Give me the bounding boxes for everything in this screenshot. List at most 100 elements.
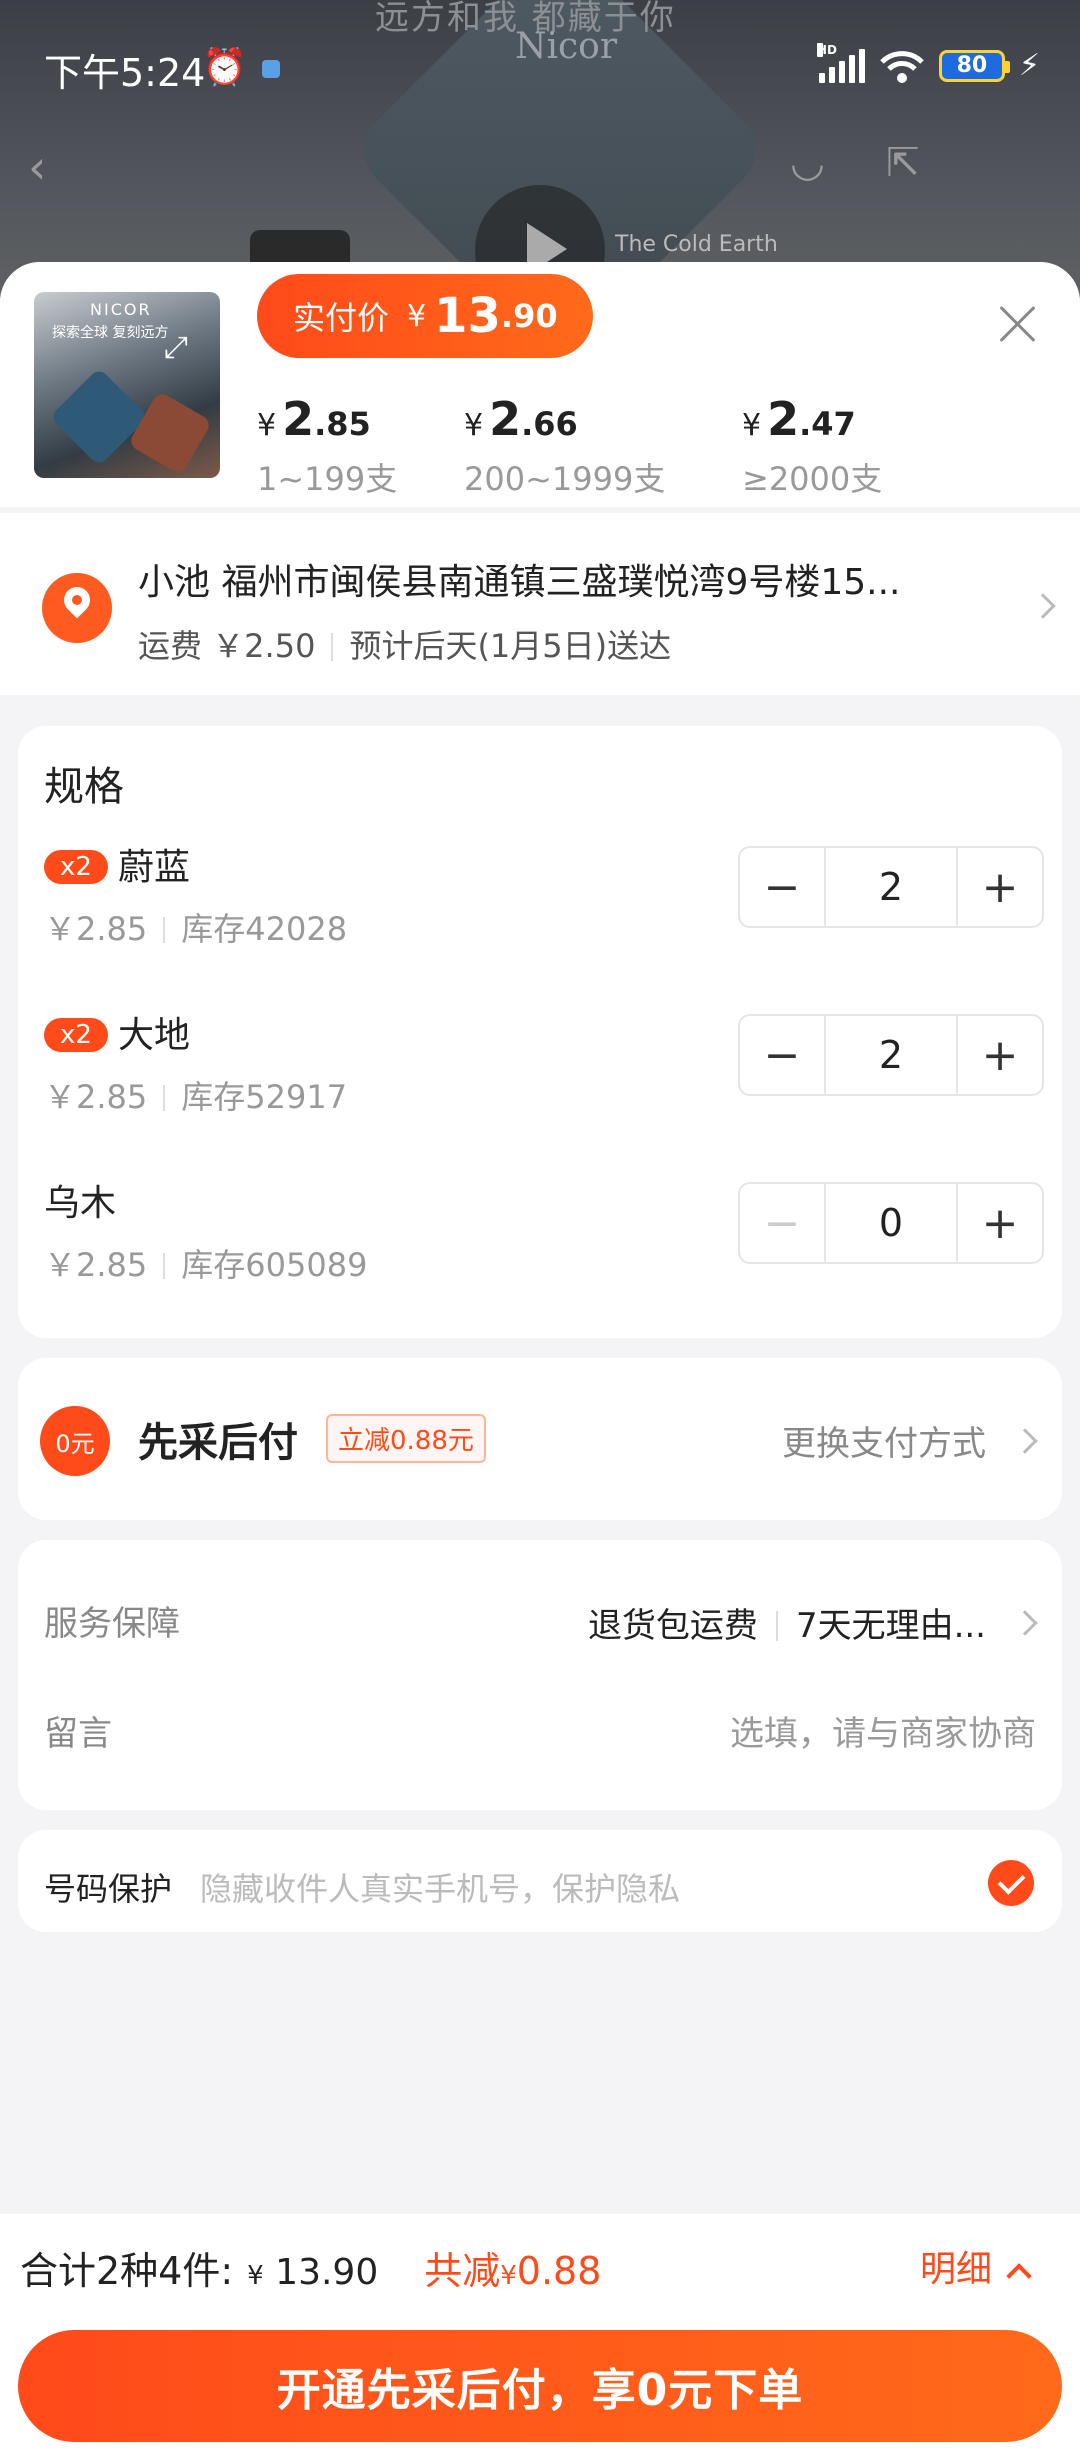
tier-range: 1~199支 — [257, 460, 398, 498]
thumb-tagline: 探索全球 复刻远方 — [52, 325, 169, 341]
spec-title: 规格 — [44, 764, 124, 810]
service-card: 服务保障 退货包运费 7天无理由... 留言 选填，请与商家协商 — [18, 1540, 1062, 1810]
spec-name: 乌木 — [44, 1183, 117, 1224]
order-sheet: NICOR 探索全球 复刻远方 ⤢ 实付价 ¥ 13 .90 ¥2.85 1~1… — [0, 262, 1080, 2460]
quantity-stepper: − 2 + — [738, 1014, 1044, 1096]
payment-title: 先采后付 — [138, 1420, 298, 1466]
notification-icon — [262, 60, 280, 78]
number-protection-hint: 隐藏收件人真实手机号，保护隐私 — [200, 1870, 681, 1908]
share-icon: ⇱ — [886, 140, 920, 186]
discount-currency: ¥ — [500, 2261, 517, 2291]
shipping-fee: 运费 ￥2.50 — [138, 627, 316, 665]
network-type: HD — [816, 42, 837, 57]
paid-dec: .90 — [500, 297, 558, 335]
wifi-icon — [879, 49, 925, 83]
checkout-bar: 合计2种4件: ¥ 13.90 共减¥0.88 明细 开通先采后付，享0元下单 — [0, 2214, 1080, 2460]
chevron-right-icon — [1012, 1610, 1038, 1636]
chevron-up-icon — [1006, 2263, 1032, 2289]
quantity-badge: x2 — [44, 1018, 108, 1052]
background-caption: The Cold Earth — [615, 232, 778, 257]
quantity-input[interactable]: 0 — [824, 1184, 958, 1262]
delivery-eta: 预计后天(1月5日)送达 — [349, 627, 672, 665]
increase-button[interactable]: + — [958, 1016, 1042, 1094]
battery-level: 80 — [956, 53, 988, 78]
tier-range: ≥2000支 — [742, 460, 883, 498]
spec-name: 蔚蓝 — [117, 847, 190, 888]
charging-icon: ⚡ — [1018, 48, 1040, 83]
tier-price-int: 2 — [767, 392, 800, 446]
total-amount: 13.90 — [275, 2252, 379, 2293]
address-row[interactable]: 小池 福州市闽侯县南通镇三盛璞悦湾9号楼15... 运费 ￥2.50 预计后天(1… — [0, 507, 1080, 695]
total-currency: ¥ — [247, 2261, 264, 2291]
spec-price: ￥2.85 — [44, 910, 148, 948]
summary-label: 合计2种4件: — [20, 2249, 234, 2293]
address-line: 小池 福州市闽侯县南通镇三盛璞悦湾9号楼15... — [138, 562, 901, 603]
detail-label: 明细 — [919, 2249, 992, 2290]
status-time: 下午5:24 — [44, 51, 206, 95]
message-label: 留言 — [44, 1714, 112, 1754]
close-icon[interactable] — [996, 302, 1040, 346]
decrease-button[interactable]: − — [740, 1184, 824, 1262]
detail-toggle[interactable]: 明细 — [919, 2240, 1032, 2292]
signal-icon: HD — [816, 42, 865, 83]
thumb-gem-blue — [49, 367, 149, 467]
alarm-icon: ⏰ — [202, 47, 247, 88]
paid-price-pill: 实付价 ¥ 13 .90 — [257, 274, 593, 358]
location-pin-icon — [42, 573, 112, 643]
payment-card[interactable]: 0元 先采后付 立减0.88元 更换支付方式 — [18, 1358, 1062, 1520]
tier-price-int: 2 — [489, 392, 522, 446]
pay-later-icon: 0元 — [40, 1406, 110, 1476]
product-thumbnail[interactable]: NICOR 探索全球 复刻远方 ⤢ — [34, 292, 220, 478]
tier-price-dec: .66 — [521, 405, 578, 443]
tier-price-dec: .47 — [799, 405, 856, 443]
spec-stock: 库存42028 — [181, 910, 348, 948]
spec-price: ￥2.85 — [44, 1246, 148, 1284]
quantity-input[interactable]: 2 — [824, 848, 958, 926]
number-protection-checkbox[interactable] — [988, 1860, 1034, 1906]
increase-button[interactable]: + — [958, 848, 1042, 926]
spec-item: x2 大地 ￥2.85 库存52917 − 2 + — [44, 1006, 1044, 1136]
spec-name: 大地 — [117, 1015, 190, 1056]
expand-icon[interactable]: ⤢ — [164, 330, 188, 365]
tier-currency: ¥ — [257, 408, 277, 443]
decrease-button[interactable]: − — [740, 848, 824, 926]
paid-int: 13 — [434, 288, 501, 344]
submit-order-button[interactable]: 开通先采后付，享0元下单 — [18, 2330, 1062, 2442]
chevron-right-icon — [1012, 1428, 1038, 1454]
spec-item: 乌木 ￥2.85 库存605089 − 0 + — [44, 1174, 1044, 1304]
paid-label: 实付价 — [293, 299, 390, 337]
price-tier: ¥2.47 ≥2000支 — [742, 392, 882, 500]
tier-price-int: 2 — [282, 392, 315, 446]
price-tier: ¥2.66 200~1999支 — [464, 392, 665, 500]
paid-currency: ¥ — [407, 298, 427, 334]
quantity-stepper: − 2 + — [738, 846, 1044, 928]
status-bar: 下午5:24 ⏰ HD 80 ⚡ — [0, 40, 1080, 100]
cart-icon: ◡ — [790, 140, 825, 186]
service-value-return: 退货包运费 — [587, 1606, 758, 1646]
spec-card: 规格 x2 蔚蓝 ￥2.85 库存42028 − 2 + x2 大地 ￥2.85 库存5… — [18, 726, 1062, 1338]
tier-range: 200~1999支 — [464, 460, 666, 498]
decrease-button[interactable]: − — [740, 1016, 824, 1094]
increase-button[interactable]: + — [958, 1184, 1042, 1262]
shipping-info: 运费 ￥2.50 预计后天(1月5日)送达 — [138, 621, 671, 667]
quantity-stepper: − 0 + — [738, 1182, 1044, 1264]
number-protection-label: 号码保护 — [44, 1870, 173, 1908]
spec-stock: 库存52917 — [181, 1078, 348, 1116]
service-value-7day: 7天无理由... — [795, 1606, 986, 1646]
total-price: ¥ 13.90 — [247, 2252, 378, 2293]
change-payment-link[interactable]: 更换支付方式 — [782, 1416, 986, 1465]
tier-price-dec: .85 — [314, 405, 371, 443]
back-arrow-icon: ‹ — [28, 140, 47, 194]
quantity-input[interactable]: 2 — [824, 1016, 958, 1094]
number-protection-card: 号码保护 隐藏收件人真实手机号，保护隐私 — [18, 1830, 1062, 1932]
message-input[interactable]: 选填，请与商家协商 — [730, 1706, 1036, 1755]
service-label: 服务保障 — [44, 1604, 180, 1644]
discount-tag: 立减0.88元 — [326, 1414, 486, 1463]
price-tier: ¥2.85 1~199支 — [257, 392, 397, 500]
discount-amount: 0.88 — [516, 2249, 602, 2293]
thumb-gem-brown — [127, 390, 213, 476]
product-header: NICOR 探索全球 复刻远方 ⤢ 实付价 ¥ 13 .90 ¥2.85 1~1… — [0, 262, 1080, 507]
service-values[interactable]: 退货包运费 7天无理由... — [588, 1598, 986, 1647]
battery-icon: 80 — [938, 49, 1010, 82]
spec-stock: 库存605089 — [181, 1246, 368, 1284]
